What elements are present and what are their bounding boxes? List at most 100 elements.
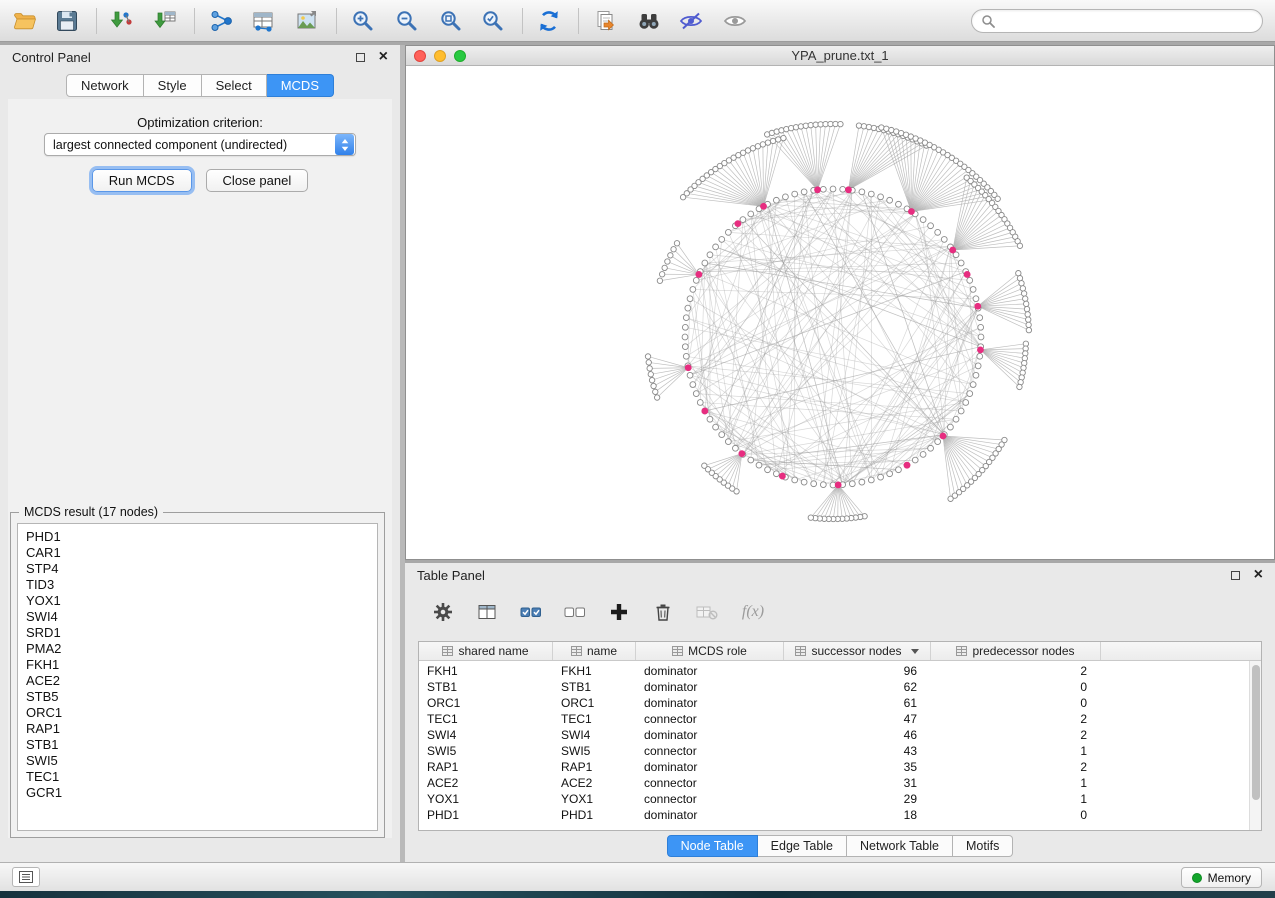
zoom-fit-button[interactable] [436, 7, 466, 35]
minimize-window-icon[interactable] [434, 50, 446, 62]
mcds-result-item[interactable]: RAP1 [26, 721, 369, 737]
table-row[interactable]: PHD1PHD1dominator180 [419, 807, 1249, 823]
control-panel: Control Panel × Network Style Select MCD… [0, 45, 400, 862]
tab-network[interactable]: Network [66, 74, 144, 97]
new-network-button[interactable] [206, 7, 236, 35]
float-window-icon[interactable] [1231, 571, 1240, 580]
mcds-result-item[interactable]: TID3 [26, 577, 369, 593]
delete-column-button[interactable] [649, 598, 677, 626]
mcds-result-item[interactable]: FKH1 [26, 657, 369, 673]
mcds-result-list[interactable]: PHD1CAR1STP4TID3YOX1SWI4SRD1PMA2FKH1ACE2… [17, 523, 378, 831]
mcds-result-item[interactable]: ORC1 [26, 705, 369, 721]
table-cell: TEC1 [419, 711, 553, 727]
import-network-button[interactable] [106, 7, 136, 35]
select-all-icon [519, 601, 543, 623]
scrollbar-thumb[interactable] [1252, 665, 1260, 800]
mcds-result-item[interactable]: STP4 [26, 561, 369, 577]
find-button[interactable] [634, 7, 664, 35]
table-row[interactable]: STB1STB1dominator620 [419, 679, 1249, 695]
table-settings-button[interactable] [429, 598, 457, 626]
tab-mcds[interactable]: MCDS [267, 74, 334, 97]
table-scrollbar[interactable] [1249, 661, 1261, 830]
create-column-button[interactable] [605, 598, 633, 626]
table-cell: 31 [784, 775, 931, 791]
mcds-result-item[interactable]: YOX1 [26, 593, 369, 609]
close-panel-icon[interactable]: × [1254, 570, 1263, 580]
mcds-result-item[interactable]: PHD1 [26, 529, 369, 545]
tab-style[interactable]: Style [144, 74, 202, 97]
table-cell: 2 [931, 759, 1101, 775]
table-row[interactable]: FKH1FKH1dominator962 [419, 663, 1249, 679]
table-row[interactable]: RAP1RAP1dominator352 [419, 759, 1249, 775]
clone-network-button[interactable] [590, 7, 620, 35]
column-header-successor-nodes[interactable]: successor nodes [784, 642, 931, 660]
mcds-result-item[interactable]: CAR1 [26, 545, 369, 561]
column-header-predecessor-nodes[interactable]: predecessor nodes [931, 642, 1101, 660]
trash-icon [652, 601, 674, 623]
mcds-result-item[interactable]: SWI5 [26, 753, 369, 769]
zoom-selected-button[interactable] [478, 7, 508, 35]
search-input[interactable] [1000, 11, 1262, 31]
maximize-window-icon[interactable] [454, 50, 466, 62]
open-file-button[interactable] [10, 7, 40, 35]
zoom-fit-icon [438, 8, 464, 34]
refresh-button[interactable] [534, 7, 564, 35]
close-panel-icon[interactable]: × [379, 52, 388, 62]
close-panel-button[interactable]: Close panel [206, 169, 309, 192]
tab-edge-table[interactable]: Edge Table [758, 835, 847, 857]
column-header-name[interactable]: name [553, 642, 636, 660]
export-image-button[interactable] [292, 7, 322, 35]
criterion-dropdown[interactable]: largest connected component (undirected) [44, 133, 356, 156]
table-row[interactable]: ORC1ORC1dominator610 [419, 695, 1249, 711]
column-header-shared-name[interactable]: shared name [419, 642, 553, 660]
main-toolbar [0, 0, 1275, 42]
hide-selected-button[interactable] [676, 7, 706, 35]
tab-motifs[interactable]: Motifs [953, 835, 1013, 857]
tab-network-table[interactable]: Network Table [847, 835, 953, 857]
show-all-button[interactable] [720, 7, 750, 35]
show-columns-button[interactable] [473, 598, 501, 626]
mcds-result-title: MCDS result (17 nodes) [19, 505, 163, 519]
deselect-all-button[interactable] [561, 598, 589, 626]
network-canvas[interactable] [406, 66, 1274, 559]
tab-node-table[interactable]: Node Table [667, 835, 758, 857]
table-cell: 46 [784, 727, 931, 743]
table-row[interactable]: SWI5SWI5connector431 [419, 743, 1249, 759]
mcds-result-item[interactable]: TEC1 [26, 769, 369, 785]
table-cell: connector [636, 791, 784, 807]
float-window-icon[interactable] [356, 53, 365, 62]
table-row[interactable]: SWI4SWI4dominator462 [419, 727, 1249, 743]
zoom-out-button[interactable] [392, 7, 422, 35]
tab-select[interactable]: Select [202, 74, 267, 97]
table-row[interactable]: YOX1YOX1connector291 [419, 791, 1249, 807]
panel-toggle-button[interactable] [12, 867, 40, 887]
network-table-button[interactable] [248, 7, 278, 35]
mcds-result-item[interactable]: GCR1 [26, 785, 369, 801]
save-icon [54, 8, 80, 34]
mcds-result-item[interactable]: ACE2 [26, 673, 369, 689]
search-field[interactable] [971, 9, 1263, 33]
run-mcds-button[interactable]: Run MCDS [92, 169, 192, 192]
save-session-button[interactable] [52, 7, 82, 35]
table-cell: 18 [784, 807, 931, 823]
mcds-result-item[interactable]: SRD1 [26, 625, 369, 641]
toolbar-separator [522, 8, 523, 34]
mcds-result-item[interactable]: STB5 [26, 689, 369, 705]
mcds-result-item[interactable]: PMA2 [26, 641, 369, 657]
table-row[interactable]: TEC1TEC1connector472 [419, 711, 1249, 727]
gear-icon [432, 601, 454, 623]
table-row[interactable]: ACE2ACE2connector311 [419, 775, 1249, 791]
zoom-in-button[interactable] [348, 7, 378, 35]
sort-descending-icon [911, 649, 919, 654]
mcds-result-item[interactable]: SWI4 [26, 609, 369, 625]
column-header-mcds-role[interactable]: MCDS role [636, 642, 784, 660]
mcds-result-item[interactable]: STB1 [26, 737, 369, 753]
network-window-titlebar[interactable]: YPA_prune.txt_1 [406, 46, 1274, 66]
memory-status-button[interactable]: Memory [1181, 867, 1262, 888]
table-cell: 96 [784, 663, 931, 679]
table-cell: 0 [931, 695, 1101, 711]
import-table-button[interactable] [150, 7, 180, 35]
select-all-button[interactable] [517, 598, 545, 626]
table-header-row: shared name name MCDS role successor nod… [419, 642, 1261, 661]
close-window-icon[interactable] [414, 50, 426, 62]
